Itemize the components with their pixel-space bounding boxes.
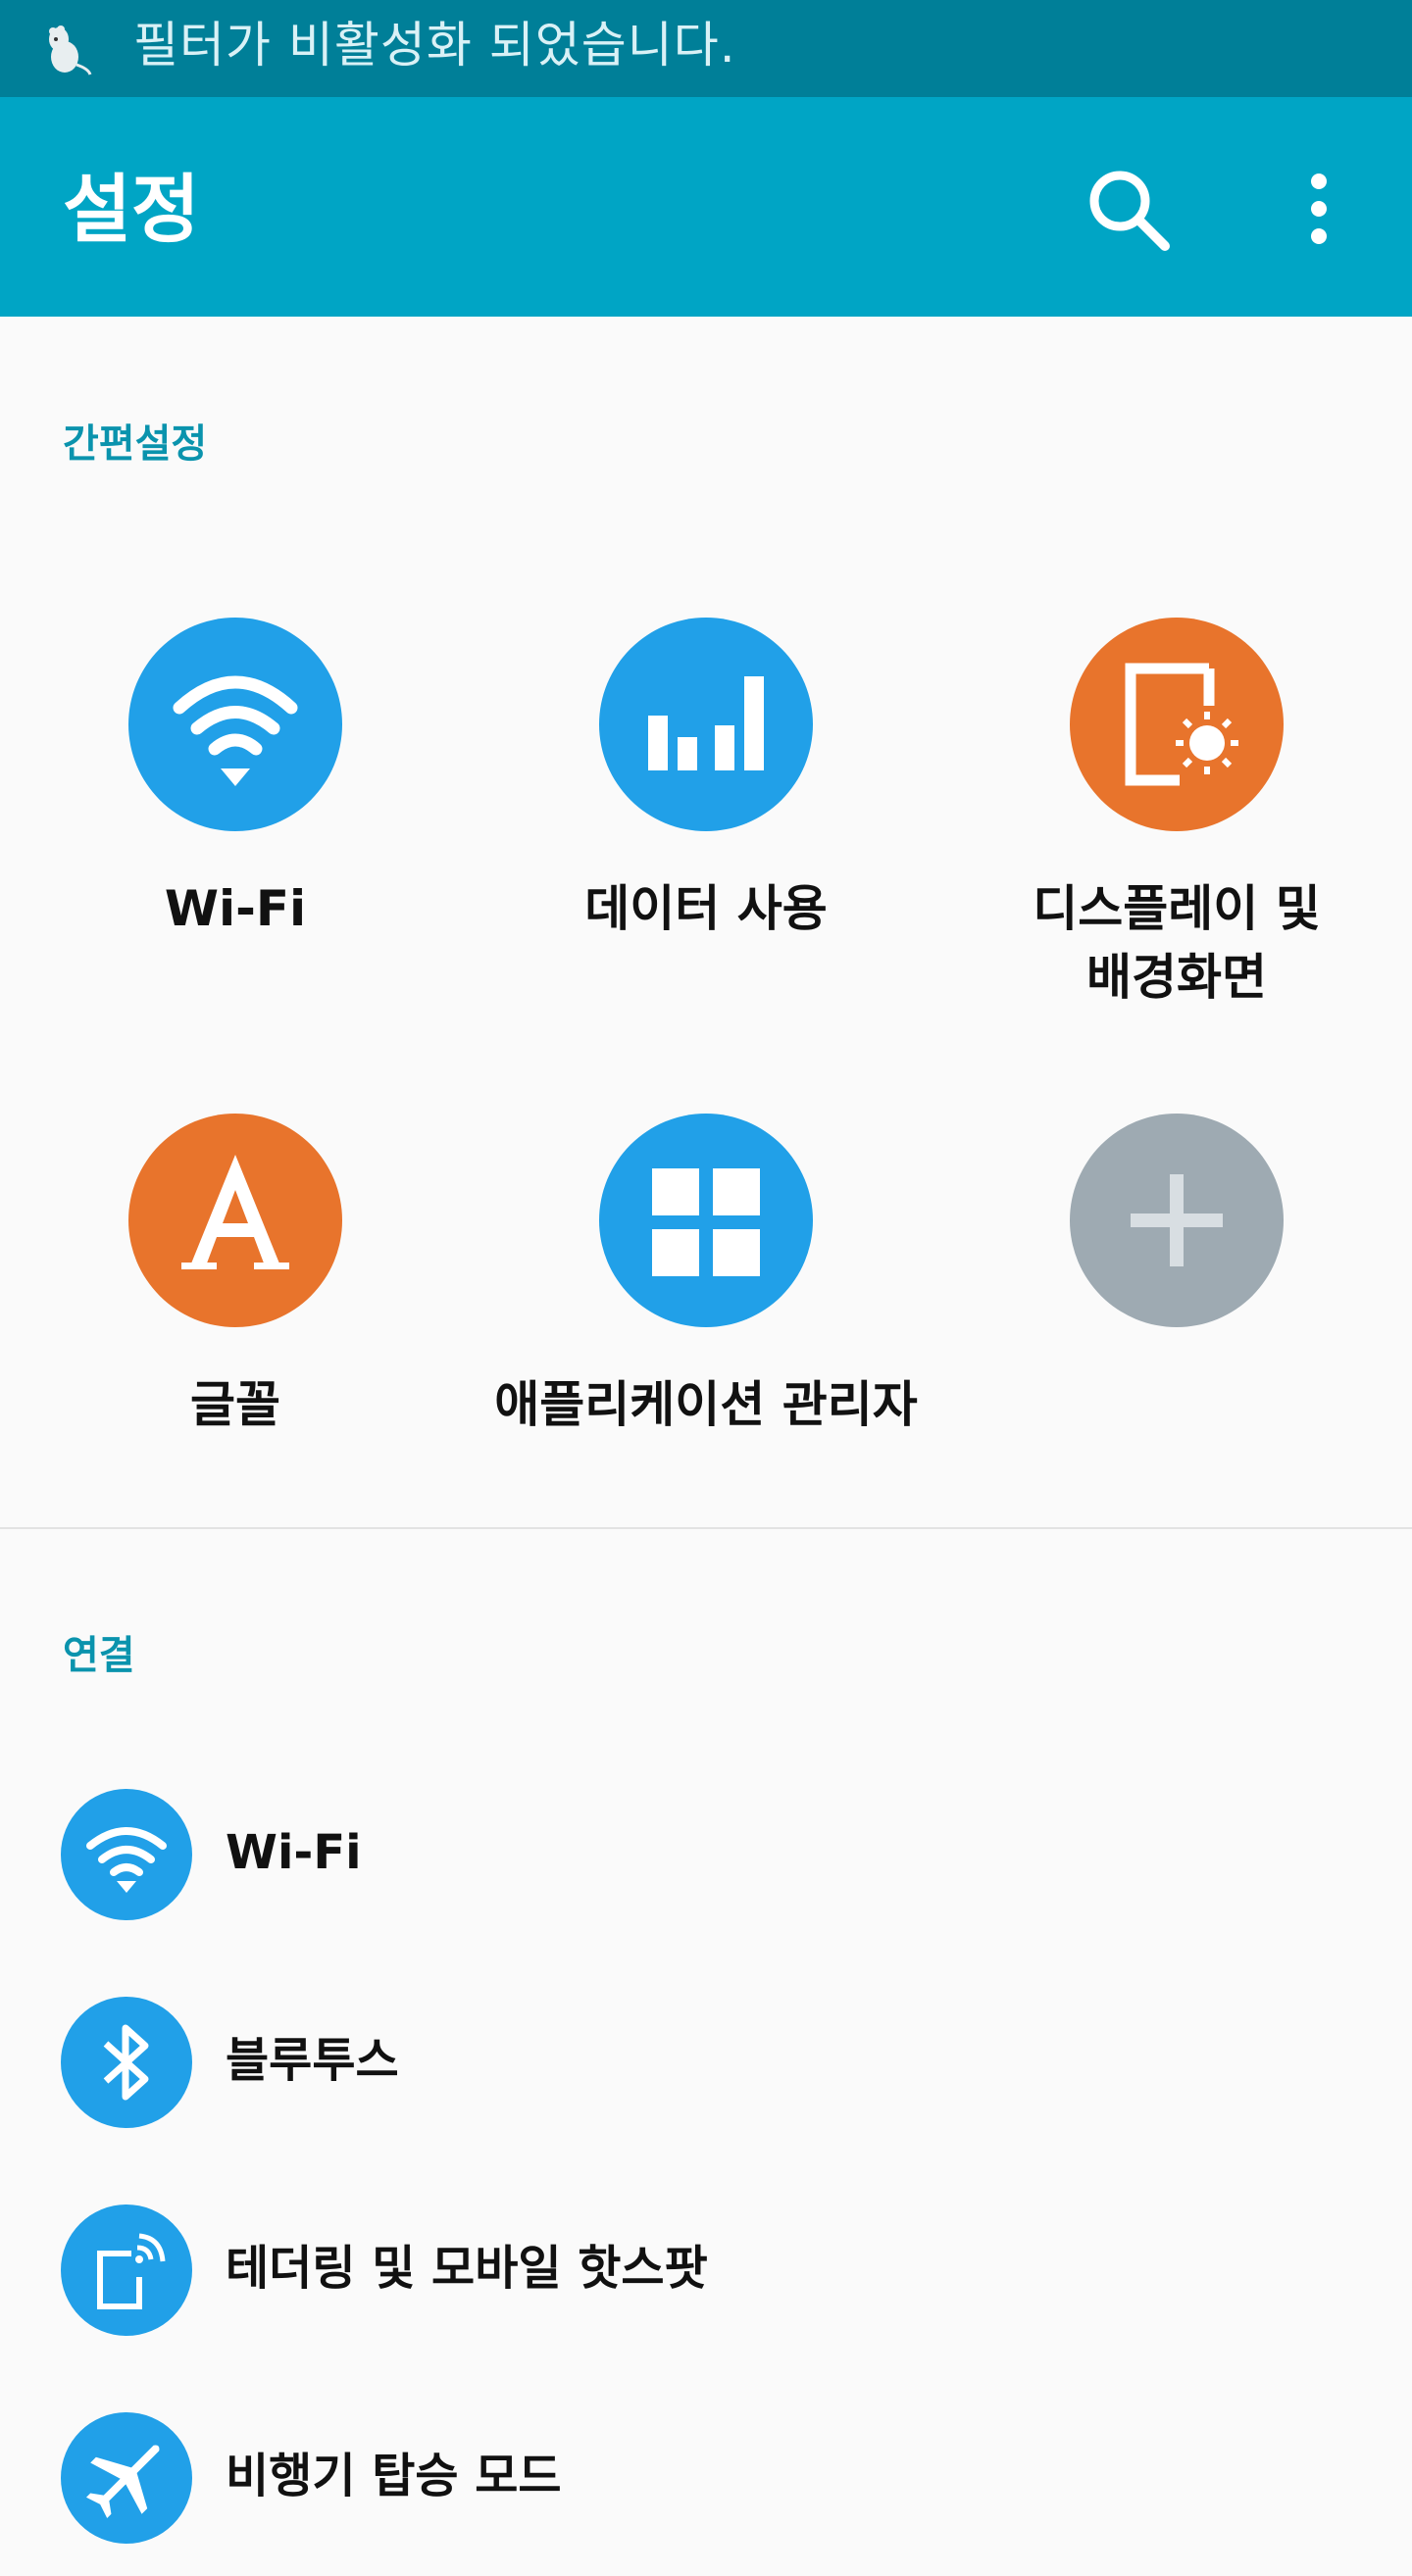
airplane-icon [61,2412,192,2544]
more-options-button[interactable] [1275,160,1363,258]
app-bar: 설정 [0,97,1412,317]
apps-grid-icon [599,1114,813,1327]
quick-setting-app-manager[interactable]: 애플리케이션 관리자 [471,1114,941,1439]
search-button[interactable] [1079,160,1177,258]
more-vert-icon [1311,173,1327,244]
connections-header: 연결 [63,1633,135,1678]
notification-text: 필터가 비활성화 되었습니다. [133,17,736,74]
bluetooth-icon [61,1997,192,2128]
quick-setting-label: 글꼴 [190,1376,280,1433]
list-item-tethering[interactable]: 테더링 및 모바일 핫스팟 [0,2172,1412,2368]
add-icon [1070,1114,1284,1327]
list-item-airplane-mode[interactable]: 비행기 탑승 모드 [0,2380,1412,2576]
list-item-label: 비행기 탑승 모드 [226,2449,562,2503]
moomin-character-icon [39,20,98,78]
list-item-bluetooth[interactable]: 블루투스 [0,1964,1412,2160]
list-item-wifi[interactable]: Wi-Fi [0,1757,1412,1953]
page-title: 설정 [63,166,200,253]
quick-setting-add[interactable] [941,1114,1412,1370]
signal-bars-icon [599,618,813,831]
quick-setting-label: 애플리케이션 관리자 [494,1376,918,1433]
status-bar: 필터가 비활성화 되었습니다. [0,0,1412,97]
search-icon [1089,171,1170,251]
wifi-icon [61,1789,192,1920]
quick-setting-display[interactable]: 디스플레이 및 배경화면 [941,618,1412,1012]
section-divider [0,1527,1412,1529]
quick-setting-label: 데이터 사용 [584,880,828,937]
quick-setting-label: 디스플레이 및 배경화면 [1033,880,1321,1006]
display-brightness-icon [1070,618,1284,831]
quick-setting-font[interactable]: 글꼴 [0,1114,471,1439]
quick-setting-wifi[interactable]: Wi-Fi [0,618,471,943]
quick-setting-label: Wi-Fi [164,880,307,937]
tethering-icon [61,2204,192,2336]
wifi-icon [128,618,342,831]
list-item-label: Wi-Fi [226,1825,362,1880]
font-icon [128,1114,342,1327]
list-item-label: 블루투스 [226,2033,399,2088]
list-item-label: 테더링 및 모바일 핫스팟 [226,2241,708,2296]
quick-setting-data-usage[interactable]: 데이터 사용 [471,618,941,943]
quick-settings-header: 간편설정 [63,421,208,467]
